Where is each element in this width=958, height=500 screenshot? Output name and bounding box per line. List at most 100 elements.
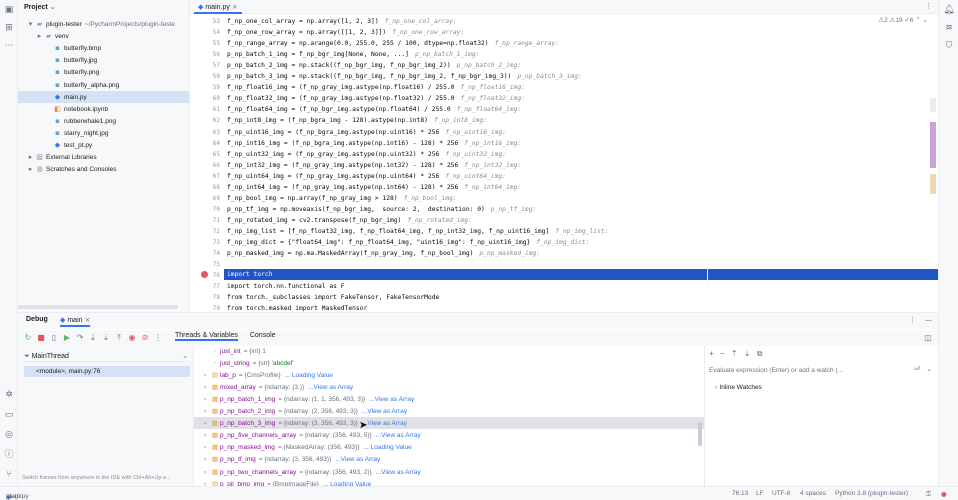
variable-row[interactable]: › ▦ p_np_batch_2_img = {ndarray: (2, 356, 4… (194, 405, 704, 417)
minimize-icon[interactable]: — (925, 316, 932, 324)
close-icon[interactable]: × (84, 316, 90, 324)
variable-row[interactable]: › ▤ lab_p = {CmsProfile} ... Loading Value (194, 369, 704, 381)
lock-icon[interactable]: ⚿ (926, 490, 931, 499)
step-into-icon[interactable]: ⤓ (87, 332, 99, 344)
evaluate-expression-input[interactable] (709, 363, 931, 377)
more-options-icon[interactable]: ⋮ (152, 332, 164, 344)
expand-arrow-icon[interactable]: › (200, 429, 210, 441)
file-encoding[interactable]: UTF-8 (772, 490, 790, 497)
expand-arrow-icon[interactable]: ▸ (35, 30, 44, 42)
variable-row[interactable]: › ▦ p_np_batch_1_img = {ndarray: (1, 1, 356… (194, 393, 704, 405)
thread-selector[interactable]: ⏷ MainThread ⌄ (24, 350, 190, 362)
variable-row[interactable]: › ▦ p_np_masked_img = {MaskedArray: (356, 4… (194, 441, 704, 453)
view-as-array-link[interactable]: ...View as Array (335, 456, 380, 463)
project-tree-item[interactable]: ▪ butterfly.png (18, 66, 189, 78)
expand-arrow-icon[interactable]: ▸ (26, 163, 35, 175)
more-tools-icon[interactable]: ⋯ (2, 39, 16, 53)
mute-breakpoints-icon[interactable]: ⊘ (139, 332, 151, 344)
variable-row[interactable]: › ▦ mixed_array = {ndarray: (3,)} ...View as… (194, 381, 704, 393)
breadcrumb-file[interactable]: main.py (6, 493, 29, 500)
chevron-down-icon[interactable]: ⌄ (926, 365, 932, 373)
project-tree-item[interactable]: ◆ test_pt.py (18, 139, 189, 151)
variable-row[interactable]: › ▦ p_np_two_channels_array = {ndarray: (35… (194, 466, 704, 478)
scrollbar-markers[interactable] (930, 34, 936, 304)
inspection-status[interactable]: ⚠2 ⚠19 ✓6 ⌃ ⌄ (878, 16, 928, 24)
tab-console[interactable]: Console (250, 332, 276, 339)
view-as-array-link[interactable]: ...View as Array (308, 384, 353, 391)
more-options-icon[interactable]: ⋮ (909, 316, 916, 324)
evaluate-icon[interactable]: ⏎ (914, 365, 920, 373)
variable-row[interactable]: ◦ just_int = {int} 1 (194, 346, 704, 357)
tab-main-py[interactable]: ◆ main.py × (194, 0, 242, 14)
structure-icon[interactable]: ⊞ (2, 21, 16, 35)
project-tree-item[interactable]: ◆ main.py (18, 90, 189, 103)
stop-icon[interactable]: ■ (35, 332, 47, 344)
expand-arrow-icon[interactable]: › (200, 417, 210, 429)
project-tree-item[interactable]: ▪ butterfly.jpg (18, 54, 189, 66)
view-as-array-link[interactable]: ...View as Array (362, 420, 407, 427)
variables-scrollbar[interactable] (698, 422, 702, 446)
pause-icon[interactable]: ▯ (48, 332, 60, 344)
terminal-icon[interactable]: ▭ (2, 408, 16, 422)
move-down-icon[interactable]: ⇣ (744, 349, 751, 358)
code-editor[interactable]: 53 54 55 56 57 58 59 60 61 62 63 64 65 66 67 68 69 70 71 72… (190, 14, 938, 312)
step-over-icon[interactable]: ↷ (74, 332, 86, 344)
breakpoint-icon[interactable] (201, 271, 208, 278)
project-tree-item[interactable]: ▸ ▥ External Libraries (18, 151, 189, 163)
project-tree-item[interactable]: ◧ notebook.ipynb (18, 103, 189, 115)
remove-watch-icon[interactable]: − (720, 349, 725, 358)
project-tree-item[interactable]: ▪ rubberwhale1.png (18, 115, 189, 127)
expand-arrow-icon[interactable]: › (200, 453, 210, 465)
database-icon[interactable]: ≋ (942, 21, 956, 35)
view-as-array-link[interactable]: ...View as Array (362, 408, 407, 415)
more-options-icon[interactable]: ⋮ (925, 2, 932, 10)
variable-row[interactable]: › ▦ p_np_batch_3_img = {ndarray: (3, 356, 4… (194, 417, 704, 430)
expand-arrow-icon[interactable]: › (200, 478, 210, 486)
view-as-array-link[interactable]: ...View as Array (376, 432, 421, 439)
notifications-icon[interactable]: 🔔︎ (942, 3, 956, 17)
duplicate-icon[interactable]: ⧉ (757, 349, 763, 358)
problems-icon[interactable]: ⓘ (2, 448, 16, 462)
project-tree-item[interactable]: ▪ butterfly.bmp (18, 42, 189, 54)
move-up-icon[interactable]: ⇡ (731, 349, 738, 358)
expand-arrow-icon[interactable]: ▾ (26, 18, 35, 30)
chevron-up-icon[interactable]: ⌃ (915, 16, 920, 24)
project-tree-item[interactable]: ▾ ▰ plugin-tester ~/PycharmProjects/plugin-… (18, 18, 189, 30)
indent-setting[interactable]: 4 spaces (800, 490, 826, 497)
line-ending[interactable]: LF (756, 490, 764, 497)
inline-watches-node[interactable]: › Inline Watches (715, 383, 762, 391)
view-as-array-link[interactable]: ... Loading Value (285, 372, 333, 379)
expand-arrow-icon[interactable]: › (200, 381, 210, 393)
cursor-position[interactable]: 76:13 (732, 490, 748, 497)
step-into-my-code-icon[interactable]: ⇣ (100, 332, 112, 344)
resume-icon[interactable]: ▶ (61, 332, 73, 344)
project-tree-item[interactable]: ▪ starry_night.jpg (18, 127, 189, 139)
debug-tool-icon[interactable]: ✲ (2, 388, 16, 402)
variable-row[interactable]: › ▦ p_np_five_channels_array = {ndarray: (3… (194, 429, 704, 441)
layout-icon[interactable]: ◫ (922, 332, 934, 344)
view-as-array-link[interactable]: ...View as Array (369, 396, 414, 403)
close-icon[interactable]: × (232, 0, 238, 14)
expand-arrow-icon[interactable]: › (200, 369, 210, 381)
variable-row[interactable]: › ▤ p_pil_bmp_img = {BmpImageFile}... Loadi… (194, 478, 704, 486)
chevron-down-icon[interactable]: ⌄ (923, 16, 928, 24)
interpreter[interactable]: Python 3.8 (plugin-tester) (835, 490, 908, 497)
variable-row[interactable]: › ▦ p_np_tf_img = {ndarray: (3, 356, 493)}.… (194, 453, 704, 465)
expand-arrow-icon[interactable]: ▸ (26, 151, 35, 163)
project-panel-header[interactable]: Project ⌄ (18, 0, 189, 14)
error-icon[interactable]: ● (941, 490, 947, 498)
shield-icon[interactable]: ⛉ (942, 39, 956, 53)
tab-threads-variables[interactable]: Threads & Variables (175, 332, 238, 341)
project-folder-icon[interactable]: ▣ (2, 3, 16, 17)
variable-row[interactable]: ◦ just_string = {str} 'abcdef' (194, 357, 704, 369)
debug-session-tab[interactable]: ◆ main × (60, 316, 91, 327)
project-tree-item[interactable]: ▸ ◍ Scratches and Consoles (18, 163, 189, 175)
rerun-icon[interactable]: ↻ (22, 332, 34, 344)
stack-frame-row[interactable]: <module>, main.py:76 (24, 366, 190, 377)
horizontal-scrollbar[interactable] (18, 305, 178, 309)
project-tree-item[interactable]: ▪ butterfly_alpha.png (18, 79, 189, 91)
add-watch-icon[interactable]: + (709, 349, 714, 358)
view-breakpoints-icon[interactable]: ◉ (126, 332, 138, 344)
expand-arrow-icon[interactable]: › (200, 441, 210, 453)
step-out-icon[interactable]: ⤒ (113, 332, 125, 344)
